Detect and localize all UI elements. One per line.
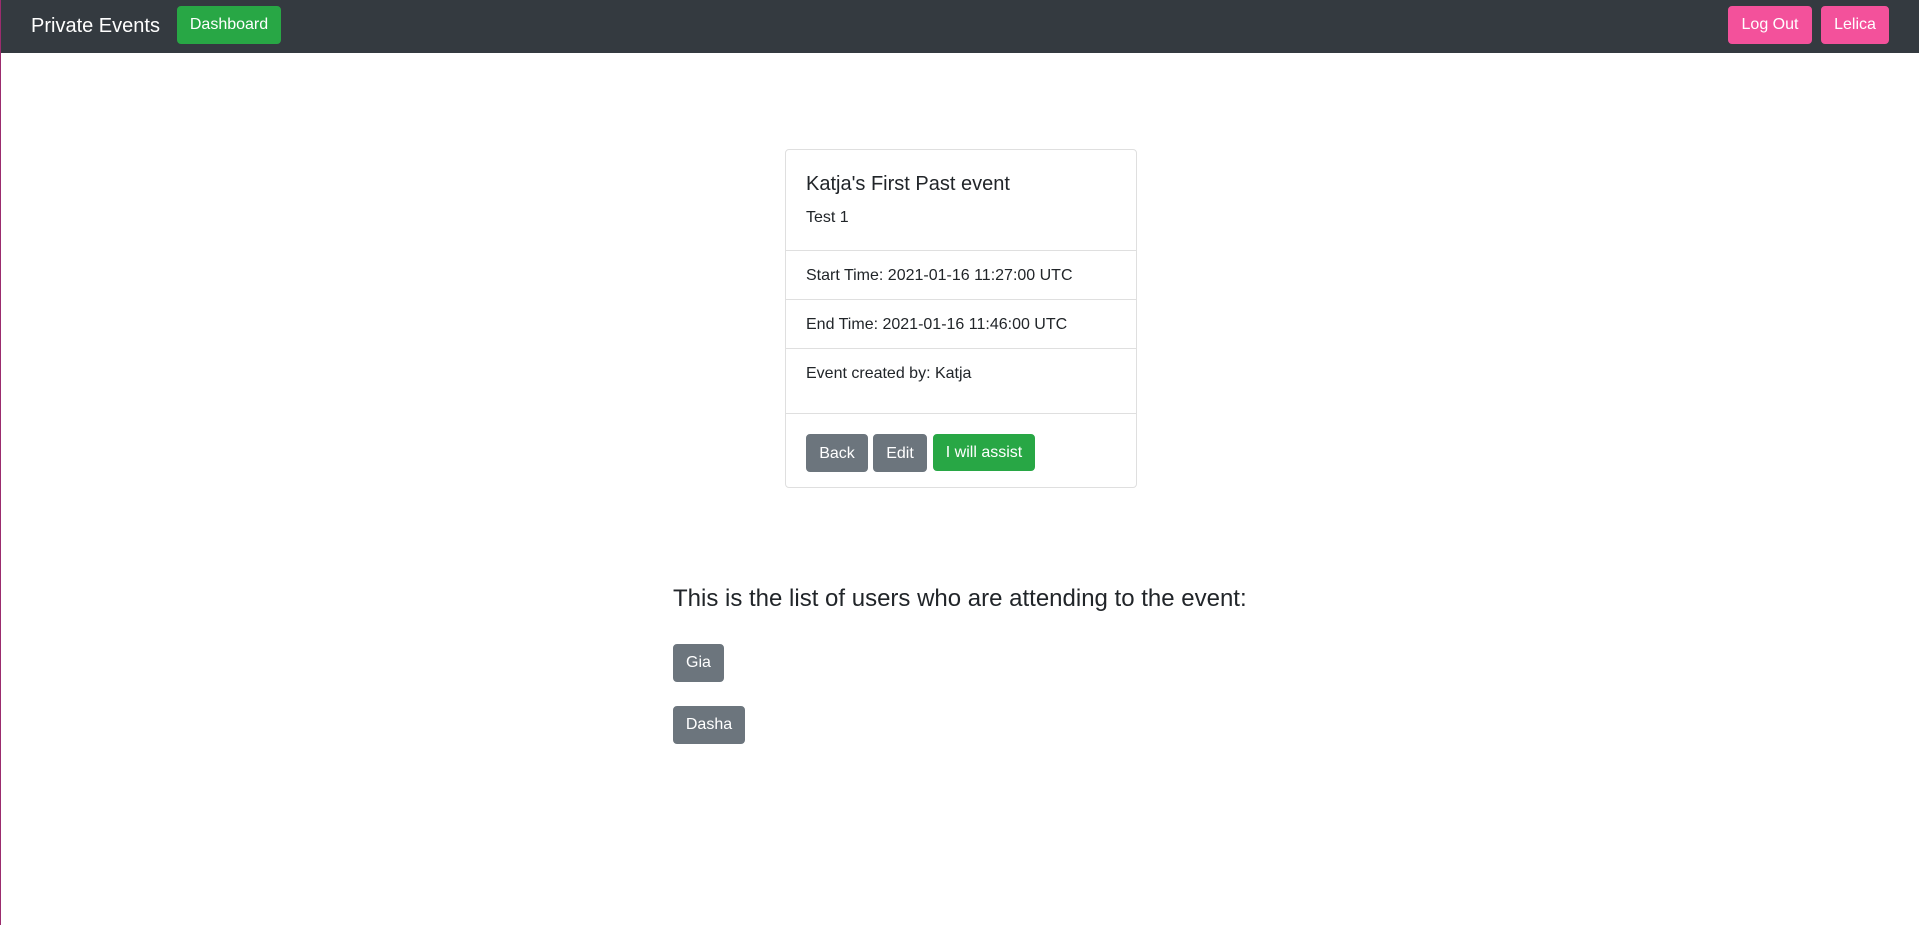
logout-button[interactable]: Log Out <box>1728 6 1812 44</box>
user-profile-button[interactable]: Lelica <box>1821 6 1889 44</box>
event-end-time: End Time: 2021-01-16 11:46:00 UTC <box>806 316 1068 333</box>
attendees-heading: This is the list of users who are attend… <box>673 585 1247 612</box>
brand-link[interactable]: Private Events <box>31 14 160 38</box>
event-creator: Event created by: Katja <box>806 365 972 382</box>
page: Private Events Dashboard Log Out Lelica … <box>0 0 1919 925</box>
edit-button[interactable]: Edit <box>873 434 927 472</box>
event-actions: Back Edit I will assist <box>786 414 1136 488</box>
event-description: Test 1 <box>806 209 849 226</box>
event-start-row: Start Time: 2021-01-16 11:27:00 UTC <box>786 251 1136 300</box>
event-card: Katja's First Past event Test 1 Start Ti… <box>785 149 1137 488</box>
event-title: Katja's First Past event <box>806 173 1010 195</box>
event-card-header: Katja's First Past event Test 1 <box>786 150 1136 251</box>
assist-button[interactable]: I will assist <box>933 434 1035 471</box>
attendee-button[interactable]: Dasha <box>673 706 745 744</box>
back-button[interactable]: Back <box>806 434 868 472</box>
event-creator-row: Event created by: Katja <box>786 349 1136 414</box>
dashboard-button[interactable]: Dashboard <box>177 6 281 44</box>
event-start-time: Start Time: 2021-01-16 11:27:00 UTC <box>806 267 1073 284</box>
attendee-button[interactable]: Gia <box>673 644 724 682</box>
event-end-row: End Time: 2021-01-16 11:46:00 UTC <box>786 300 1136 349</box>
navbar: Private Events Dashboard Log Out Lelica <box>1 0 1919 53</box>
